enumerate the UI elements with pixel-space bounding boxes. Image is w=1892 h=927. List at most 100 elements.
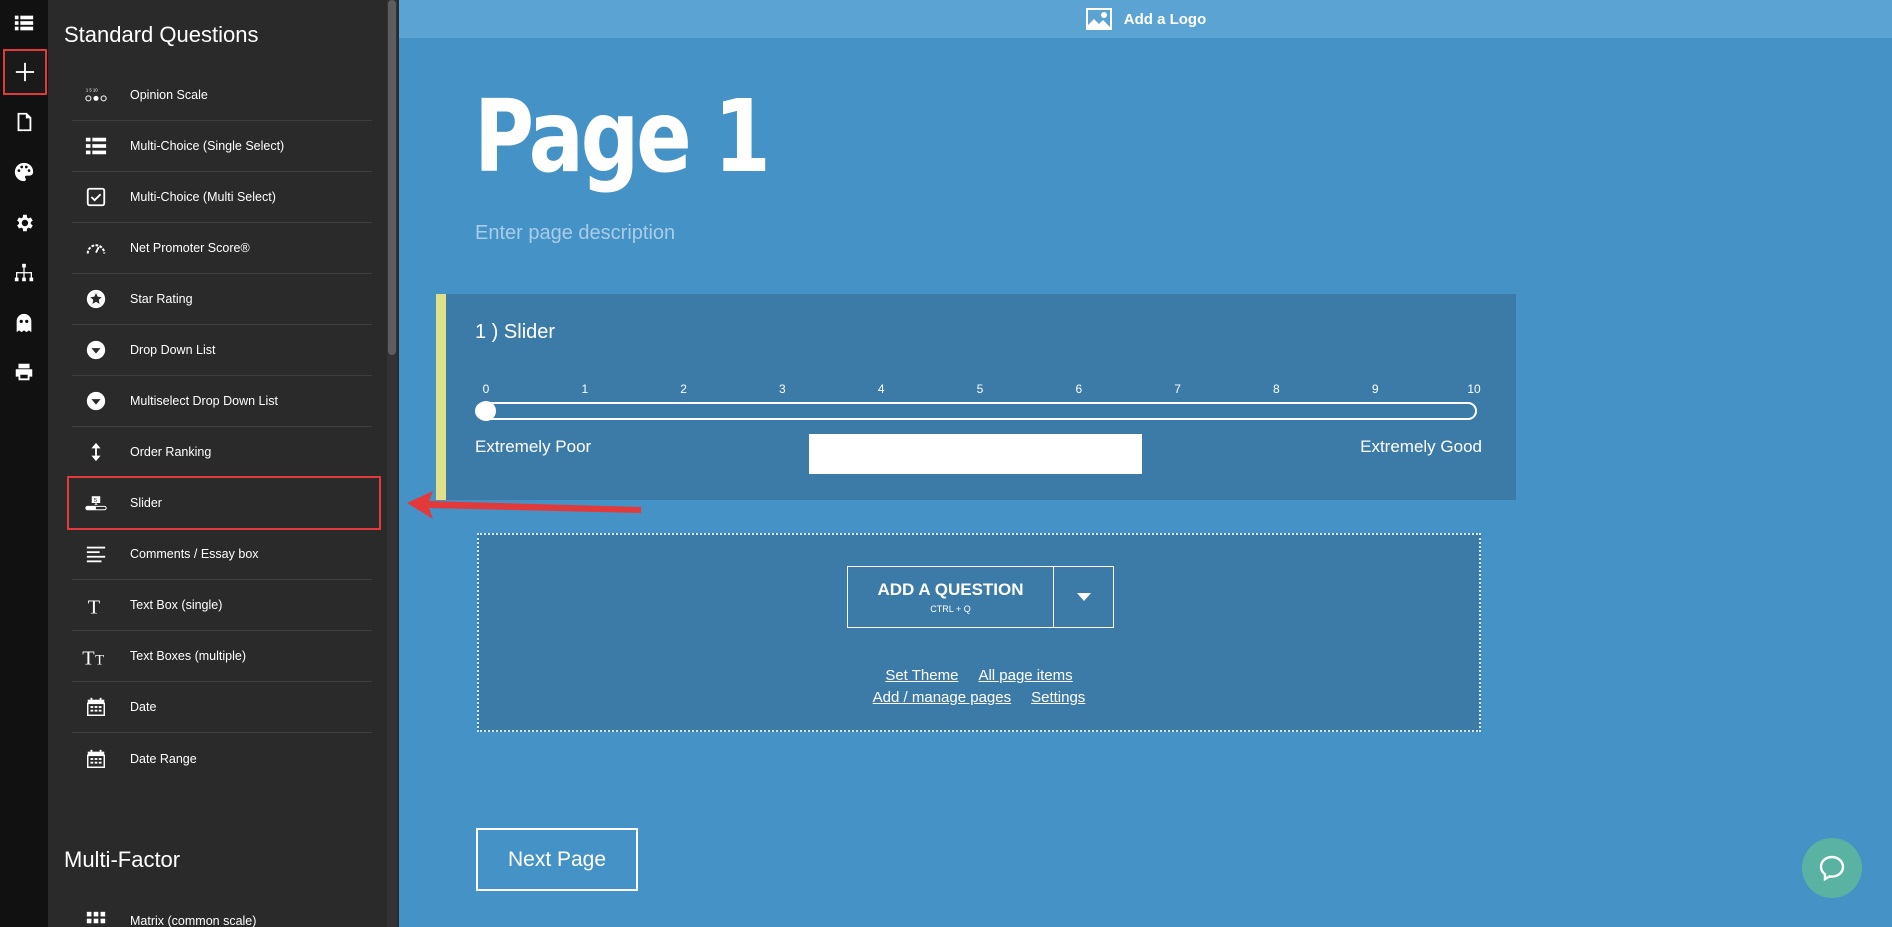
calendar-icon	[81, 696, 111, 718]
palette-item-label: Slider	[130, 495, 162, 510]
palette-item-label: Multiselect Drop Down List	[130, 394, 278, 408]
question-number: 1 )	[475, 321, 499, 343]
palette-item-text-boxes-multiple[interactable]: TT Text Boxes (multiple)	[72, 631, 372, 682]
palette-item-label: Order Ranking	[130, 445, 212, 459]
palette-item-multiselect-drop-down[interactable]: Multiselect Drop Down List	[72, 376, 372, 427]
slider-value-box	[809, 434, 1142, 474]
slider-tick-label: 9	[1371, 382, 1379, 396]
slider-tick-label: 1	[581, 382, 589, 396]
palette-icon[interactable]	[5, 153, 43, 191]
palette-item-nps[interactable]: Net Promoter Score®	[72, 223, 372, 274]
slider-track[interactable]	[475, 402, 1477, 420]
plus-icon[interactable]	[3, 49, 47, 95]
star-icon	[81, 288, 111, 310]
add-question-shortcut: CTRL + Q	[930, 604, 971, 614]
annotation-arrow-icon	[407, 491, 641, 519]
slider-tick-label: 0	[482, 382, 490, 396]
slider-tick-label: 2	[680, 382, 687, 396]
checkbox-icon	[81, 186, 111, 208]
slider-min-label: Extremely Poor	[475, 437, 592, 456]
chat-bubble-icon	[1819, 855, 1845, 882]
add-question-area: ADD A QUESTION CTRL + Q Set Theme All pa…	[477, 533, 1481, 732]
slider-max-label: Extremely Good	[1360, 437, 1482, 456]
palette-item-label: Matrix (common scale)	[130, 913, 257, 927]
svg-text:T: T	[95, 652, 104, 667]
panel-scrollbar[interactable]	[387, 0, 397, 927]
dropdown-icon	[81, 390, 111, 412]
add-logo-label: Add a Logo	[1123, 10, 1207, 28]
list-icon	[81, 135, 111, 157]
grid-icon	[81, 910, 111, 927]
slider-tick-label: 4	[877, 382, 885, 396]
palette-item-comments-essay[interactable]: Comments / Essay box	[72, 529, 372, 580]
palette-item-label: Date	[130, 700, 157, 714]
palette-item-text-box-single[interactable]: T Text Box (single)	[72, 580, 372, 631]
image-icon	[1085, 8, 1112, 30]
panel-scroll-thumb[interactable]	[388, 0, 396, 355]
palette-item-star-rating[interactable]: Star Rating	[72, 274, 372, 325]
next-page-button[interactable]: Next Page	[476, 828, 638, 891]
add-manage-pages-link[interactable]: Add / manage pages	[873, 689, 1011, 706]
slider-icon: 5	[81, 492, 111, 514]
palette-item-date[interactable]: Date	[72, 682, 372, 733]
palette-item-multi-choice-single[interactable]: Multi-Choice (Single Select)	[72, 121, 372, 172]
chat-button[interactable]	[1802, 838, 1862, 898]
page-description-input[interactable]: Enter page description	[475, 222, 675, 245]
add-area-links-row1: Set Theme All page items	[479, 667, 1479, 684]
slider-tick-label: 5	[976, 382, 984, 396]
palette-item-label: Text Boxes (multiple)	[130, 649, 247, 663]
dropdown-icon	[81, 339, 111, 361]
list-icon[interactable]	[5, 4, 43, 42]
text-multiple-icon: TT	[81, 645, 111, 667]
multi-factor-heading: Multi-Factor	[64, 847, 181, 872]
slider-tick-label: 8	[1273, 382, 1280, 396]
add-question-button-group: ADD A QUESTION CTRL + Q	[847, 566, 1114, 628]
slider-tick-label: 10	[1467, 382, 1481, 396]
svg-text:T: T	[82, 647, 94, 667]
slider-question-card[interactable]: 1 ) Slider 0 1 2 3 4 5 6 7 8 9 10 Extremely Poor E…	[436, 294, 1516, 500]
text-icon: T	[81, 594, 111, 616]
slider-tick-label: 3	[779, 382, 786, 396]
palette-item-label: Multi-Choice (Single Select)	[130, 139, 285, 153]
palette-item-slider[interactable]: 5 Slider	[67, 476, 381, 530]
palette-item-label: Text Box (single)	[130, 598, 223, 612]
page-icon[interactable]	[5, 103, 43, 141]
slider-thumb[interactable]	[476, 401, 496, 421]
palette-item-label: Multi-Choice (Multi Select)	[130, 190, 276, 204]
palette-item-date-range[interactable]: Date Range	[72, 733, 372, 784]
print-icon[interactable]	[5, 353, 43, 391]
slider-tick-label: 6	[1075, 382, 1083, 396]
page-title[interactable]: Page 1	[474, 78, 771, 195]
add-question-dropdown-button[interactable]	[1054, 567, 1113, 627]
palette-item-label: Drop Down List	[130, 343, 216, 357]
question-palette: Standard Questions 1 5 10 Opinion Scale …	[48, 0, 399, 927]
add-area-links-row2: Add / manage pages Settings	[479, 689, 1479, 706]
calendar-icon	[81, 748, 111, 770]
palette-item-order-ranking[interactable]: Order Ranking	[72, 427, 372, 478]
palette-item-label: Comments / Essay box	[130, 547, 259, 561]
palette-item-opinion-scale[interactable]: 1 5 10 Opinion Scale	[72, 70, 372, 121]
palette-item-drop-down-list[interactable]: Drop Down List	[72, 325, 372, 376]
set-theme-link[interactable]: Set Theme	[885, 667, 958, 684]
opinion-scale-icon: 1 5 10	[81, 84, 111, 106]
svg-text:1 5 10: 1 5 10	[86, 88, 98, 93]
gear-icon[interactable]	[5, 204, 43, 242]
slider-tick-label: 7	[1174, 382, 1181, 396]
question-title[interactable]: 1 ) Slider	[475, 321, 555, 344]
standard-questions-heading: Standard Questions	[64, 22, 259, 47]
sort-icon	[81, 441, 111, 463]
palette-item-multi-choice-multi[interactable]: Multi-Choice (Multi Select)	[72, 172, 372, 223]
add-question-label: ADD A QUESTION	[877, 580, 1024, 599]
question-title-text: Slider	[503, 321, 556, 343]
add-question-button[interactable]: ADD A QUESTION CTRL + Q	[848, 567, 1054, 627]
all-page-items-link[interactable]: All page items	[978, 667, 1072, 684]
sitemap-icon[interactable]	[5, 254, 43, 292]
logo-bar[interactable]: Add a Logo	[399, 0, 1892, 38]
svg-text:T: T	[88, 596, 100, 616]
settings-link[interactable]: Settings	[1031, 689, 1085, 706]
paragraph-icon	[81, 543, 111, 565]
ghost-icon[interactable]	[5, 304, 43, 342]
palette-item-label: Opinion Scale	[130, 88, 208, 102]
palette-item-label: Star Rating	[130, 292, 193, 306]
palette-item-matrix[interactable]: Matrix (common scale)	[72, 895, 372, 927]
